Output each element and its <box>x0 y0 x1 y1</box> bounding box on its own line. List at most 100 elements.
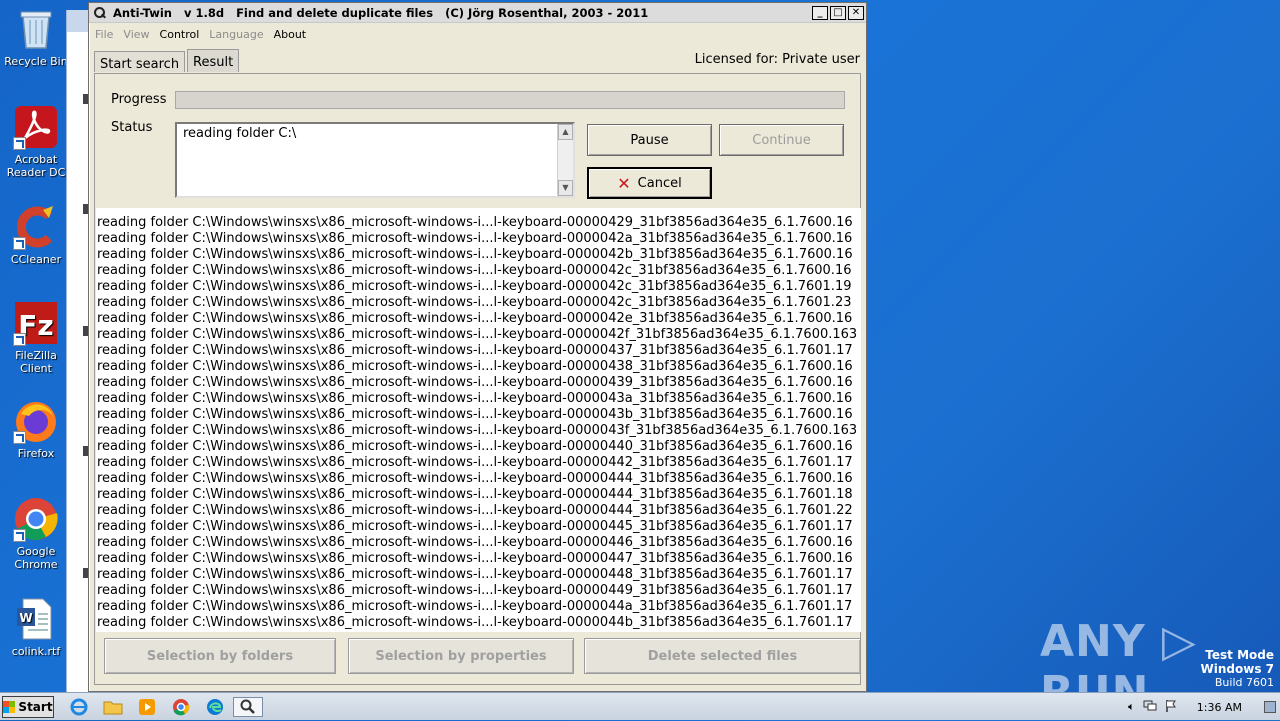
log-line: reading folder C:\Windows\winsxs\x86_mic… <box>97 487 853 502</box>
delete-selected-files-button[interactable]: Delete selected files <box>584 638 861 674</box>
log-line: reading folder C:\Windows\winsxs\x86_mic… <box>97 535 853 550</box>
pause-button[interactable]: Pause <box>587 124 712 156</box>
log-line: reading folder C:\Windows\winsxs\x86_mic… <box>97 215 853 230</box>
log-line: reading folder C:\Windows\winsxs\x86_mic… <box>97 311 853 326</box>
close-button[interactable]: ✕ <box>848 5 864 20</box>
acrobat-icon <box>13 104 59 150</box>
system-tray: 🔈︎ 1:36 AM <box>1128 693 1280 721</box>
show-desktop-button[interactable] <box>1264 701 1276 713</box>
menu-view[interactable]: View <box>123 28 149 41</box>
clock[interactable]: 1:36 AM <box>1197 701 1242 714</box>
menu-about[interactable]: About <box>274 28 307 41</box>
media-player-icon[interactable] <box>136 697 158 717</box>
log-line: reading folder C:\Windows\winsxs\x86_mic… <box>97 359 853 374</box>
shortcut-arrow-icon <box>13 529 26 542</box>
progress-bar <box>175 91 845 109</box>
build-label: Build 7601 <box>1214 676 1274 689</box>
log-line: reading folder C:\Windows\winsxs\x86_mic… <box>97 231 853 246</box>
shortcut-arrow-icon <box>13 137 26 150</box>
chrome-taskbar-icon[interactable] <box>170 697 192 717</box>
start-label: Start <box>18 700 53 714</box>
recycle-bin-icon <box>13 6 59 52</box>
log-line: reading folder C:\Windows\winsxs\x86_mic… <box>97 599 853 614</box>
desktop-icon-acrobat[interactable]: Acrobat Reader DC <box>2 104 70 179</box>
log-line: reading folder C:\Windows\winsxs\x86_mic… <box>97 343 853 358</box>
log-line: reading folder C:\Windows\winsxs\x86_mic… <box>97 391 853 406</box>
windows-flag-icon <box>3 701 16 713</box>
network-icon[interactable] <box>1143 700 1157 715</box>
window-title: Anti-Twin v 1.8d Find and delete duplica… <box>113 5 649 20</box>
speaker-icon[interactable]: 🔈︎ <box>1128 700 1135 714</box>
continue-button[interactable]: Continue <box>719 124 844 156</box>
shortcut-arrow-icon <box>13 237 26 250</box>
cancel-button[interactable]: ✕ Cancel <box>587 167 712 199</box>
selection-by-properties-button[interactable]: Selection by properties <box>348 638 574 674</box>
log-line: reading folder C:\Windows\winsxs\x86_mic… <box>97 455 853 470</box>
log-line: reading folder C:\Windows\winsxs\x86_mic… <box>97 439 853 454</box>
test-mode-label: Test Mode <box>1205 648 1274 662</box>
magnifier-taskbar-icon <box>240 699 255 714</box>
status-scrollbar[interactable]: ▲ ▼ <box>557 124 573 196</box>
status-label: Status <box>111 120 153 135</box>
desktop-icon-label: Firefox <box>17 447 55 460</box>
desktop-icon-label: Acrobat Reader DC <box>6 153 66 179</box>
scroll-up-icon[interactable]: ▲ <box>558 124 573 140</box>
internet-explorer-icon[interactable] <box>68 697 90 717</box>
log-line: reading folder C:\Windows\winsxs\x86_mic… <box>97 583 853 598</box>
log-line: reading folder C:\Windows\winsxs\x86_mic… <box>97 407 853 422</box>
desktop-icon-ccleaner[interactable]: CCleaner <box>2 204 70 266</box>
minimize-button[interactable]: _ <box>812 5 828 20</box>
log-line: reading folder C:\Windows\winsxs\x86_mic… <box>97 471 853 486</box>
word-document-icon: W <box>13 596 59 642</box>
edge-icon[interactable] <box>204 697 226 717</box>
log-line: reading folder C:\Windows\winsxs\x86_mic… <box>97 263 852 278</box>
menu-file[interactable]: File <box>95 28 113 41</box>
anti-twin-window: Anti-Twin v 1.8d Find and delete duplica… <box>88 2 867 692</box>
selection-by-folders-button[interactable]: Selection by folders <box>104 638 336 674</box>
tab-result[interactable]: Result <box>187 49 240 72</box>
scroll-down-icon[interactable]: ▼ <box>558 180 573 196</box>
chrome-icon <box>13 496 59 542</box>
menu-language[interactable]: Language <box>209 28 263 41</box>
title-bar[interactable]: Anti-Twin v 1.8d Find and delete duplica… <box>89 3 866 23</box>
menu-control[interactable]: Control <box>160 28 200 41</box>
desktop-icon-chrome[interactable]: Google Chrome <box>2 496 70 571</box>
desktop-icon-colink[interactable]: W colink.rtf <box>2 596 70 658</box>
log-line: reading folder C:\Windows\winsxs\x86_mic… <box>97 375 853 390</box>
maximize-button[interactable]: □ <box>830 5 846 20</box>
desktop-icon-recycle-bin[interactable]: Recycle Bin <box>2 6 70 68</box>
log-line: reading folder C:\Windows\winsxs\x86_mic… <box>97 295 852 310</box>
svg-text:W: W <box>19 611 32 625</box>
action-bar: Selection by folders Selection by proper… <box>95 634 861 682</box>
shortcut-arrow-icon <box>13 431 26 444</box>
tab-start-search[interactable]: Start search <box>94 51 186 72</box>
taskbar: Start 🔈︎ 1:36 AM <box>0 692 1280 720</box>
license-info: Licensed for: Private user <box>694 52 860 67</box>
desktop-icon-filezilla[interactable]: Fz FileZilla Client <box>2 300 70 375</box>
ccleaner-icon <box>13 204 59 250</box>
desktop-icon-label: CCleaner <box>10 253 62 266</box>
desktop-icon-label: Recycle Bin <box>4 55 68 68</box>
magnifier-icon <box>93 6 107 20</box>
log-line: reading folder C:\Windows\winsxs\x86_mic… <box>97 327 858 342</box>
anti-twin-taskbar-button[interactable] <box>233 697 263 717</box>
action-center-flag-icon[interactable] <box>1165 699 1177 716</box>
desktop-icon-firefox[interactable]: Firefox <box>2 398 70 460</box>
shortcut-arrow-icon <box>13 333 26 346</box>
cancel-x-icon: ✕ <box>617 173 631 193</box>
status-text: reading folder C:\ <box>183 126 297 141</box>
start-button[interactable]: Start <box>2 696 54 718</box>
file-explorer-icon[interactable] <box>102 697 124 717</box>
desktop-icon-label: Google Chrome <box>14 545 58 571</box>
desktop-icon-label: FileZilla Client <box>15 349 57 375</box>
os-info: Test Mode Windows 7 Build 7601 <box>1201 648 1274 690</box>
log-line: reading folder C:\Windows\winsxs\x86_mic… <box>97 519 853 534</box>
status-textbox[interactable]: reading folder C:\ ▲ ▼ <box>175 122 575 198</box>
log-line: reading folder C:\Windows\winsxs\x86_mic… <box>97 423 858 438</box>
log-line: reading folder C:\Windows\winsxs\x86_mic… <box>97 247 853 262</box>
cancel-button-label: Cancel <box>637 175 682 191</box>
firefox-icon <box>13 398 59 444</box>
filezilla-icon: Fz <box>13 300 59 346</box>
log-list[interactable]: reading folder C:\Windows\winsxs\x86_mic… <box>96 208 861 632</box>
log-line: reading folder C:\Windows\winsxs\x86_mic… <box>97 503 853 518</box>
